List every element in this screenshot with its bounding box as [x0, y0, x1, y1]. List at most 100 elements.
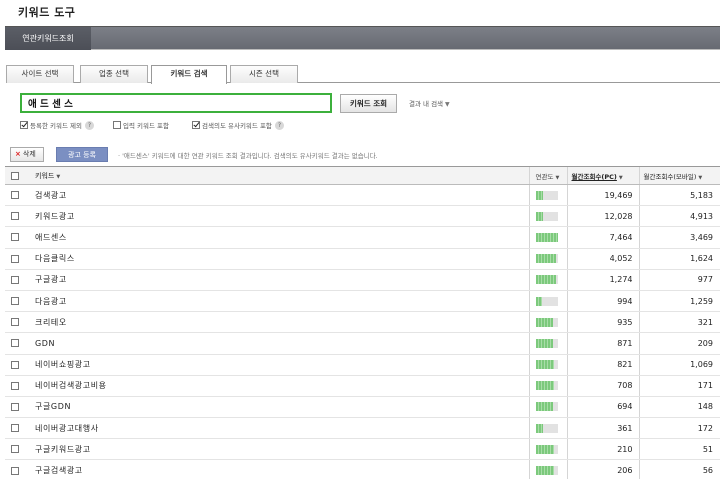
monthly-mobile-cell: 5,183 [638, 184, 720, 207]
row-checkbox[interactable] [11, 275, 19, 284]
row-select-cell [5, 269, 25, 291]
help-icon[interactable]: ? [274, 120, 284, 130]
keyword-cell[interactable]: 구글키워드광고 [25, 438, 529, 461]
checkbox-include-similar[interactable] [192, 121, 200, 129]
table-row[interactable]: 네이버검색광고비용 708 171 [5, 375, 720, 397]
keyword-search-button[interactable]: 키워드 조회 [340, 94, 397, 113]
select-all-checkbox[interactable] [11, 171, 19, 180]
search-in-results-dropdown[interactable]: 결과 내 검색 ▼ [409, 98, 450, 108]
row-checkbox[interactable] [11, 318, 19, 327]
top-nav-bar: 연관키워드조회 [5, 26, 720, 50]
row-checkbox[interactable] [11, 424, 19, 433]
option-include-input[interactable]: 입력 키워드 포함 [113, 120, 169, 130]
tab-keyword-search[interactable]: 키워드 검색 [151, 65, 227, 84]
row-checkbox[interactable] [11, 191, 19, 200]
chevron-down-icon: ▼ [445, 101, 450, 108]
row-checkbox[interactable] [11, 466, 19, 475]
option-include-similar[interactable]: 검색의도 유사키워드 포함? [192, 120, 284, 130]
keyword-cell[interactable]: 키워드광고 [25, 205, 529, 228]
page-title: 키워드 도구 [18, 6, 76, 19]
relevance-bar [535, 444, 558, 454]
relevance-cell [528, 459, 567, 479]
relevance-cell [528, 332, 567, 355]
row-select-cell [5, 248, 25, 270]
keyword-cell[interactable]: 네이버검색광고비용 [25, 375, 529, 397]
keyword-cell[interactable]: 구글광고 [25, 269, 529, 291]
table-row[interactable]: 구글검색광고 206 56 [5, 459, 720, 479]
table-row[interactable]: 네이버쇼핑광고 821 1,069 [5, 354, 720, 376]
table-row[interactable]: 크리테오 935 321 [5, 311, 720, 334]
keyword-cell[interactable]: 구글GDN [25, 396, 529, 419]
relevance-bar-fill [535, 402, 554, 412]
row-checkbox[interactable] [11, 339, 19, 348]
checkbox-exclude-registered[interactable] [20, 121, 28, 129]
monthly-pc-cell: 1,274 [566, 269, 639, 291]
table-row[interactable]: GDN 871 209 [5, 332, 720, 355]
keyword-cell[interactable]: GDN [25, 332, 529, 355]
keyword-cell[interactable]: 크리테오 [25, 311, 529, 334]
relevance-bar-fill [535, 381, 555, 391]
row-checkbox[interactable] [11, 381, 19, 390]
table-row[interactable]: 구글키워드광고 210 51 [5, 438, 720, 461]
table-row[interactable]: 키워드광고 12,028 4,913 [5, 205, 720, 228]
table-row[interactable]: 구글GDN 694 148 [5, 396, 720, 419]
row-checkbox[interactable] [11, 297, 19, 306]
monthly-pc-cell: 694 [566, 396, 639, 419]
tab-season-select[interactable]: 시즌 선택 [230, 65, 298, 83]
relevance-cell [528, 226, 567, 249]
relevance-cell [528, 290, 567, 313]
table-row[interactable]: 구글광고 1,274 977 [5, 269, 720, 291]
keyword-cell[interactable]: 다음광고 [25, 290, 529, 313]
table-row[interactable]: 네이버광고대행사 361 172 [5, 417, 720, 440]
col-keyword[interactable]: 키워드 ▼ [25, 166, 529, 185]
monthly-pc-cell: 19,469 [566, 184, 639, 207]
table-row[interactable]: 검색광고 19,469 5,183 [5, 184, 720, 207]
relevance-bar [535, 338, 558, 348]
tab-industry-select[interactable]: 업종 선택 [80, 65, 148, 83]
col-monthly-pc-label: 월간조회수(PC) [571, 172, 617, 181]
monthly-mobile-cell: 977 [638, 269, 720, 291]
keyword-cell[interactable]: 구글검색광고 [25, 459, 529, 479]
keyword-search-input[interactable] [20, 93, 332, 113]
row-checkbox[interactable] [11, 445, 19, 454]
row-checkbox[interactable] [11, 360, 19, 369]
nav-tab-related-keywords[interactable]: 연관키워드조회 [5, 27, 91, 50]
row-checkbox[interactable] [11, 233, 19, 242]
help-icon[interactable]: ? [84, 120, 94, 130]
relevance-bar [535, 296, 558, 306]
checkbox-include-input[interactable] [113, 121, 121, 129]
table-row[interactable]: 애드센스 7,464 3,469 [5, 226, 720, 249]
relevance-bar [535, 254, 558, 264]
relevance-bar [535, 402, 558, 412]
relevance-cell [528, 269, 567, 291]
monthly-pc-cell: 4,052 [566, 248, 639, 270]
sort-icon: ▼ [698, 174, 703, 181]
relevance-cell [528, 375, 567, 397]
table-row[interactable]: 다음광고 994 1,259 [5, 290, 720, 313]
ad-register-button[interactable]: 광고 등록 [56, 147, 108, 162]
tab-site-select[interactable]: 사이트 선택 [6, 65, 74, 83]
col-monthly-mobile[interactable]: 월간조회수(모바일) ▼ [638, 166, 720, 185]
row-checkbox[interactable] [11, 212, 19, 221]
row-checkbox[interactable] [11, 254, 19, 263]
col-monthly-pc[interactable]: 월간조회수(PC) ▼ [566, 166, 639, 185]
row-checkbox[interactable] [11, 402, 19, 411]
monthly-mobile-cell: 3,469 [638, 226, 720, 249]
keyword-cell[interactable]: 네이버광고대행사 [25, 417, 529, 440]
monthly-pc-cell: 871 [566, 332, 639, 355]
monthly-mobile-cell: 56 [638, 459, 720, 479]
option-exclude-registered[interactable]: 등록한 키워드 제외? [20, 120, 94, 130]
keyword-cell[interactable]: 다음클릭스 [25, 248, 529, 270]
col-relevance[interactable]: 연관도 ▼ [528, 166, 567, 185]
table-row[interactable]: 다음클릭스 4,052 1,624 [5, 248, 720, 270]
delete-button[interactable]: × 삭제 [10, 147, 44, 162]
relevance-bar [535, 423, 558, 433]
monthly-mobile-cell: 321 [638, 311, 720, 334]
keyword-cell[interactable]: 네이버쇼핑광고 [25, 354, 529, 376]
keyword-cell[interactable]: 검색광고 [25, 184, 529, 207]
delete-label: 삭제 [22, 150, 36, 158]
keyword-cell[interactable]: 애드센스 [25, 226, 529, 249]
relevance-bar [535, 232, 558, 242]
keyword-results-table: 키워드 ▼ 연관도 ▼ 월간조회수(PC) ▼ 월간조회수(모바일) ▼ 검색광고 19,… [5, 166, 720, 479]
sort-icon: ▼ [555, 174, 560, 181]
